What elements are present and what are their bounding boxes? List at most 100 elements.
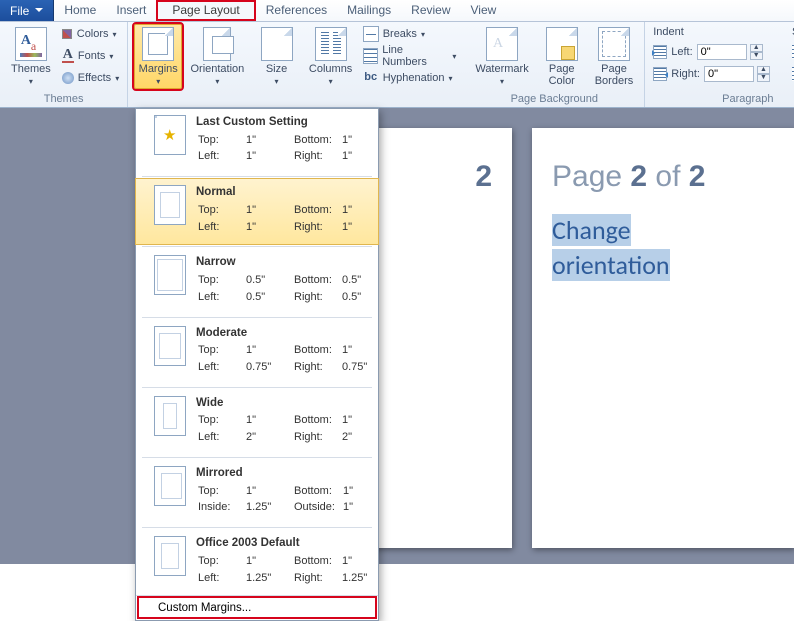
watermark-icon: A: [486, 27, 518, 61]
watermark-button[interactable]: A Watermark ▾: [470, 24, 533, 89]
margins-preset-last[interactable]: Last Custom SettingTop:1"Bottom:1"Left:1…: [136, 109, 378, 174]
page-color-icon: [546, 27, 578, 61]
margins-preset-meta: NarrowTop:0.5"Bottom:0.5"Left:0.5"Right:…: [196, 255, 390, 306]
separator: [142, 176, 372, 177]
group-title-page-background: Page Background: [470, 92, 638, 107]
group-paragraph: Indent Left: ▲▼ Right: ▲▼ Spacing Before…: [645, 22, 794, 107]
margins-preset-normal[interactable]: NormalTop:1"Bottom:1"Left:1"Right:1": [136, 179, 378, 244]
indent-left-field[interactable]: [697, 44, 747, 60]
hyphenation-button[interactable]: bcHyphenation ▾: [361, 68, 459, 88]
indent-left-input[interactable]: ▲▼: [697, 44, 763, 60]
margins-preset-wide[interactable]: WideTop:1"Bottom:1"Left:2"Right:2": [136, 390, 378, 455]
margins-preset-thumb-icon: [154, 536, 186, 576]
columns-label: Columns: [309, 63, 352, 75]
margins-preset-meta: Last Custom SettingTop:1"Bottom:1"Left:1…: [196, 115, 390, 166]
margins-icon: [142, 27, 174, 61]
margins-label: Margins: [139, 63, 178, 75]
size-label: Size: [266, 63, 287, 75]
custom-margins-item[interactable]: Custom Margins...: [136, 595, 378, 620]
columns-button[interactable]: Columns ▾: [305, 24, 357, 89]
breaks-button[interactable]: Breaks ▾: [361, 24, 459, 44]
margins-preset-meta: ModerateTop:1"Bottom:1"Left:0.75"Right:0…: [196, 326, 390, 377]
margins-button[interactable]: Margins ▾: [134, 24, 182, 89]
margins-preset-meta: MirroredTop:1"Bottom:1"Inside:1.25"Outsi…: [196, 466, 391, 517]
group-title-themes: Themes: [6, 92, 121, 107]
themes-button[interactable]: Aa Themes ▾: [6, 24, 56, 89]
margins-preset-name: Office 2003 Default: [196, 536, 390, 552]
page-borders-button[interactable]: Page Borders: [590, 24, 639, 90]
page-borders-icon: [598, 27, 630, 61]
selection-line-2: orientation: [552, 249, 670, 281]
fonts-icon: A: [62, 49, 74, 63]
chevron-down-icon: ▾: [156, 77, 160, 86]
margins-preset-meta: Office 2003 DefaultTop:1"Bottom:1"Left:1…: [196, 536, 390, 587]
indent-right-icon: [653, 67, 667, 81]
margins-preset-name: Narrow: [196, 255, 390, 271]
size-icon: [261, 27, 293, 61]
line-numbers-icon: [363, 48, 379, 64]
separator: [142, 246, 372, 247]
tab-file[interactable]: File: [0, 0, 54, 21]
chevron-down-icon: ▾: [215, 77, 219, 86]
tab-file-label: File: [10, 4, 29, 18]
chevron-down-icon: ▾: [421, 30, 425, 39]
indent-right-label: Right:: [671, 68, 700, 80]
margins-preset-thumb-icon: [154, 396, 186, 436]
chevron-down-icon: [35, 8, 43, 13]
margins-preset-meta: WideTop:1"Bottom:1"Left:2"Right:2": [196, 396, 390, 447]
tab-insert[interactable]: Insert: [106, 0, 156, 21]
margins-preset-narrow[interactable]: NarrowTop:0.5"Bottom:0.5"Left:0.5"Right:…: [136, 249, 378, 314]
size-button[interactable]: Size ▾: [253, 24, 301, 89]
theme-fonts[interactable]: AFonts ▾: [60, 46, 121, 66]
group-title-paragraph: Paragraph: [651, 92, 794, 107]
separator: [142, 317, 372, 318]
margins-preset-mirrored[interactable]: MirroredTop:1"Bottom:1"Inside:1.25"Outsi…: [136, 460, 378, 525]
chevron-down-icon: ▾: [29, 77, 33, 86]
theme-colors[interactable]: Colors ▾: [60, 24, 121, 44]
breaks-icon: [363, 26, 379, 42]
chevron-down-icon: ▾: [500, 77, 504, 86]
chevron-down-icon: ▾: [115, 74, 119, 83]
chevron-down-icon: ▾: [452, 52, 456, 61]
margins-preset-name: Normal: [196, 185, 390, 201]
tab-page-layout[interactable]: Page Layout: [156, 0, 255, 21]
margins-preset-meta: NormalTop:1"Bottom:1"Left:1"Right:1": [196, 185, 390, 236]
tab-references[interactable]: References: [256, 0, 337, 21]
watermark-label: Watermark: [475, 63, 528, 75]
tab-review[interactable]: Review: [401, 0, 460, 21]
indent-right-field[interactable]: [704, 66, 754, 82]
group-themes: Aa Themes ▾ Colors ▾ AFonts ▾ Effects ▾ …: [0, 22, 128, 107]
margins-preset-thumb-icon: [154, 255, 186, 295]
indent-left-icon: [653, 45, 667, 59]
orientation-label: Orientation: [190, 63, 244, 75]
spinner[interactable]: ▲▼: [757, 66, 770, 82]
margins-preset-moderate[interactable]: ModerateTop:1"Bottom:1"Left:0.75"Right:0…: [136, 320, 378, 385]
tab-view[interactable]: View: [461, 0, 507, 21]
indent-right-input[interactable]: ▲▼: [704, 66, 770, 82]
tab-mailings[interactable]: Mailings: [337, 0, 401, 21]
separator: [142, 387, 372, 388]
chevron-down-icon: ▾: [275, 77, 279, 86]
orientation-button[interactable]: Orientation ▾: [186, 24, 248, 89]
margins-preset-name: Wide: [196, 396, 390, 412]
line-numbers-button[interactable]: Line Numbers ▾: [361, 46, 459, 66]
separator: [142, 457, 372, 458]
page-color-button[interactable]: Page Color: [538, 24, 586, 90]
margins-preset-thumb-icon: [154, 326, 186, 366]
hyphenation-icon: bc: [363, 70, 379, 86]
group-page-background: A Watermark ▾ Page Color Page Borders Pa…: [464, 22, 645, 107]
theme-effects[interactable]: Effects ▾: [60, 68, 121, 88]
chevron-down-icon: ▾: [329, 77, 333, 86]
page-2[interactable]: Page 2 of 2 Change orientation: [532, 128, 794, 548]
margins-preset-office2003[interactable]: Office 2003 DefaultTop:1"Bottom:1"Left:1…: [136, 530, 378, 595]
themes-label: Themes: [11, 63, 51, 75]
ribbon-tabstrip: File Home Insert Page Layout References …: [0, 0, 794, 22]
columns-icon: [315, 27, 347, 61]
selected-text[interactable]: Change orientation: [552, 213, 774, 283]
chevron-down-icon: ▾: [109, 52, 113, 61]
tab-home[interactable]: Home: [54, 0, 106, 21]
margins-dropdown: Last Custom SettingTop:1"Bottom:1"Left:1…: [135, 108, 379, 621]
spinner[interactable]: ▲▼: [750, 44, 763, 60]
group-page-setup: Margins ▾ Orientation ▾ Size ▾ Columns ▾…: [128, 22, 464, 107]
group-title-page-setup: [134, 92, 458, 107]
